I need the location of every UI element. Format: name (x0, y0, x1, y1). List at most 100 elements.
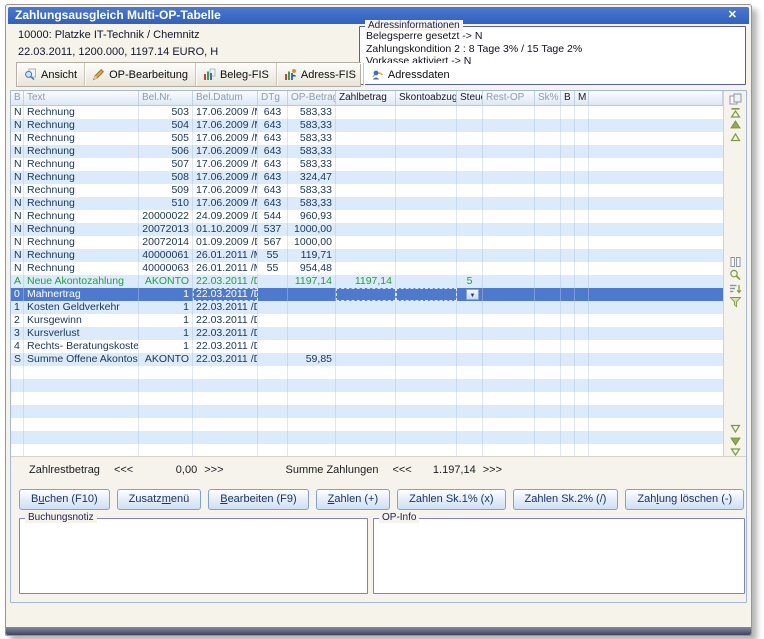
zahlrestbetrag-label: Zahlrestbetrag (29, 464, 100, 476)
tab-label: Adressdaten (388, 69, 450, 81)
column-header-b2[interactable]: B (561, 91, 575, 105)
table-row-empty (11, 431, 723, 444)
scroll-down-icon[interactable] (729, 422, 742, 434)
bracket-open: <<< (114, 464, 133, 476)
person-icon (371, 68, 384, 81)
search-icon[interactable] (729, 268, 742, 280)
bar-chart-person-icon (284, 68, 297, 81)
column-header-skontoabzug[interactable]: Skontoabzug (396, 91, 457, 105)
address-info-line: Belegsperre gesetzt -> N (366, 30, 739, 43)
column-header-belnr[interactable]: Bel.Nr. (139, 91, 193, 105)
summe-zahlungen-value: 1.197,14 (412, 464, 476, 476)
copy-icon[interactable] (729, 92, 742, 104)
zahlrestbetrag-value: 0,00 (133, 464, 197, 476)
document-line: 22.03.2011, 1200.000, 1197.14 EURO, H (18, 46, 218, 58)
address-info-line: Zahlungskondition 2 : 8 Tage 3% / 15 Tag… (366, 43, 739, 56)
customer-line: 10000: Platzke IT-Technik / Chemnitz (18, 29, 200, 41)
app-window: Zahlungsausgleich Multi-OP-Tabelle ✕ 100… (5, 4, 752, 636)
summary-bar: Zahlrestbetrag <<< 0,00 >>> Summe Zahlun… (11, 456, 746, 483)
column-header-sk_pct[interactable]: Sk% (535, 91, 561, 105)
zahlen-sk2-button[interactable]: Zahlen Sk.2% (/) (513, 489, 619, 510)
column-header-dtg[interactable]: DTg (258, 91, 288, 105)
pen-icon (92, 68, 105, 81)
window-content: 10000: Platzke IT-Technik / Chemnitz 22.… (7, 26, 750, 627)
bracket-open: <<< (392, 464, 411, 476)
column-header-steue[interactable]: Steue (457, 91, 483, 105)
table-row[interactable]: NRechnung51017.06.2009 /Mi643583,33 (11, 197, 723, 210)
table-row[interactable]: SSumme Offene AkontosAKONTO22.03.2011 /D… (11, 353, 723, 366)
table-row[interactable]: ANeue AkontozahlungAKONTO22.03.2011 /Di1… (11, 275, 723, 288)
summe-zahlungen-label: Summe Zahlungen (286, 464, 379, 476)
zahlen-button[interactable]: Zahlen (+) (316, 489, 390, 510)
column-header-zahlbetrag[interactable]: Zahlbetrag (336, 91, 396, 105)
table-row[interactable]: NRechnung50617.06.2009 /Mi643583,33 (11, 145, 723, 158)
table-row-empty (11, 366, 723, 379)
table-row[interactable]: NRechnung50317.06.2009 /Mi643583,33 (11, 106, 723, 119)
filter-icon[interactable] (729, 295, 742, 307)
scroll-top-icon[interactable] (729, 106, 742, 118)
scroll-up-icon[interactable] (729, 130, 742, 142)
column-header-rest_op[interactable]: Rest-OP (483, 91, 535, 105)
table-row[interactable]: 4Rechts- Beratungskosten122.03.2011 /Di (11, 340, 723, 353)
table-header-row: BTextBel.Nr.Bel.DatumDTgOP-BetragZahlbet… (11, 91, 723, 106)
table-row[interactable]: NRechnung50517.06.2009 /Mi643583,33 (11, 132, 723, 145)
op-panel: BTextBel.Nr.Bel.DatumDTgOP-BetragZahlbet… (10, 90, 747, 603)
tab-label: OP-Bearbeitung (109, 69, 188, 81)
steue-dropdown[interactable]: ▼ (466, 289, 479, 300)
close-icon[interactable]: ✕ (728, 7, 737, 24)
column-header-b[interactable]: B (11, 91, 24, 105)
table-row-empty (11, 405, 723, 418)
table-row[interactable]: NRechnung50417.06.2009 /Mi643583,33 (11, 119, 723, 132)
table-row-empty (11, 379, 723, 392)
column-header-text[interactable]: Text (24, 91, 139, 105)
address-info-legend: Adressinformationen (365, 20, 463, 31)
window-title: Zahlungsausgleich Multi-OP-Tabelle (15, 8, 221, 22)
table-row[interactable]: NRechnung2007201301.10.2009 /Do5371000,0… (11, 223, 723, 236)
table-row-empty (11, 392, 723, 405)
column-header-filler[interactable] (589, 91, 723, 105)
screen: Zahlungsausgleich Multi-OP-Tabelle ✕ 100… (0, 0, 764, 639)
button-row: Buchen (F10) Zusatzmenü Bearbeiten (F9) … (11, 485, 746, 513)
tab-ansicht[interactable]: Ansicht (17, 63, 85, 86)
chevron-down-icon: ▼ (470, 293, 476, 299)
bar-chart-icon (203, 68, 216, 81)
columns-icon[interactable] (729, 255, 742, 267)
table-row[interactable]: 1Kosten Geldverkehr122.03.2011 /Di (11, 301, 723, 314)
zahlung-loeschen-button[interactable]: Zahlung löschen (-) (625, 489, 744, 510)
buchungsnotiz-legend: Buchungsnotiz (25, 512, 97, 523)
column-header-beldatum[interactable]: Bel.Datum (193, 91, 258, 105)
tab-adressdaten[interactable]: Adressdaten (364, 63, 457, 86)
scroll-down-page-icon[interactable] (729, 434, 742, 446)
table-row[interactable]: 3Kursverlust122.03.2011 /Di (11, 327, 723, 340)
window-bottom-edge (6, 627, 751, 635)
table-row-empty (11, 418, 723, 431)
table-row[interactable]: NRechnung4000006326.01.2011 /Mi55954,48 (11, 262, 723, 275)
scroll-up-page-icon[interactable] (729, 118, 742, 130)
bracket-close: >>> (483, 464, 502, 476)
table-row[interactable]: 2Kursgewinn122.03.2011 /Di (11, 314, 723, 327)
table-row[interactable]: 0Mahnertrag122.03.2011 /Di▼ (11, 288, 723, 301)
table-row[interactable]: NRechnung50717.06.2009 /Mi643583,33 (11, 158, 723, 171)
table-row[interactable]: NRechnung50817.06.2009 /Mi643324,47 (11, 171, 723, 184)
tab-bar: Ansicht OP-Bearbeitung (16, 62, 361, 87)
buchen-button[interactable]: Buchen (F10) (19, 489, 110, 510)
tab-label: Adress-FIS (301, 69, 356, 81)
tab-adress-fis[interactable]: Adress-FIS (277, 63, 364, 86)
bracket-close: >>> (204, 464, 223, 476)
zusatzmenu-button[interactable]: Zusatzmenü (117, 489, 202, 510)
column-header-op_betrag[interactable]: OP-Betrag (288, 91, 336, 105)
table-row[interactable]: NRechnung50917.06.2009 /Mi643583,33 (11, 184, 723, 197)
bearbeiten-button[interactable]: Bearbeiten (F9) (208, 489, 308, 510)
zahlen-sk1-button[interactable]: Zahlen Sk.1% (x) (397, 489, 505, 510)
column-header-m[interactable]: M (575, 91, 589, 105)
op-info-box[interactable]: OP-Info (373, 518, 745, 594)
table-row[interactable]: NRechnung4000006126.01.2011 /Mi55119,71 (11, 249, 723, 262)
magnifier-document-icon (24, 68, 37, 81)
tab-label: Beleg-FIS (220, 69, 269, 81)
tab-op-bearbeitung[interactable]: OP-Bearbeitung (85, 63, 196, 86)
tab-beleg-fis[interactable]: Beleg-FIS (196, 63, 277, 86)
buchungsnotiz-input[interactable]: Buchungsnotiz (19, 518, 368, 594)
table-row[interactable]: NRechnung2007201401.09.2009 /Di5671000,0… (11, 236, 723, 249)
sort-icon[interactable] (729, 282, 742, 294)
table-row[interactable]: NRechnung2000002224.09.2009 /Do544960,93 (11, 210, 723, 223)
